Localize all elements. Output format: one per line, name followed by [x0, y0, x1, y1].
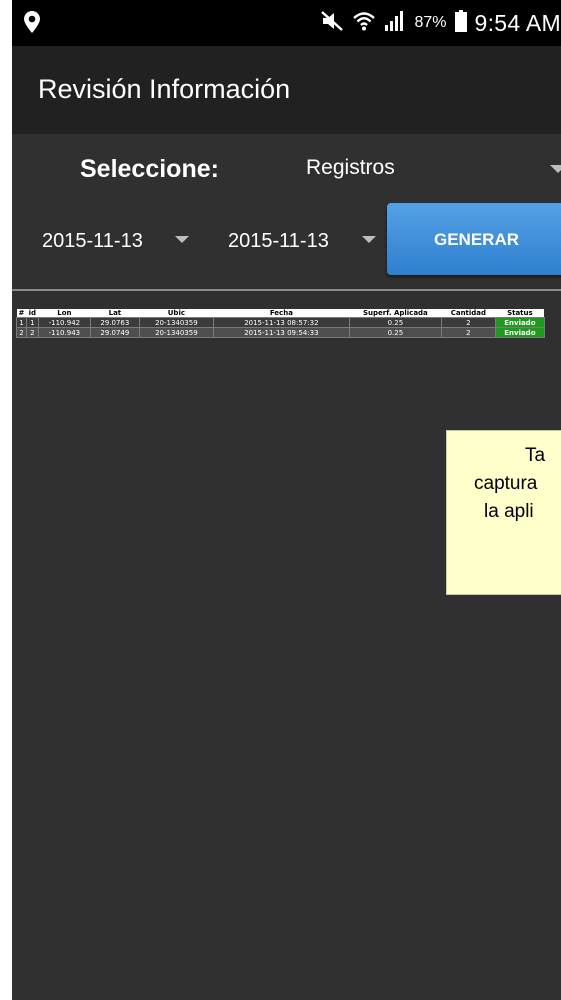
col-header: # [16, 309, 27, 318]
cell-index: 2 [16, 327, 27, 338]
battery-icon [454, 9, 467, 37]
cell-lat: 29.0749 [89, 327, 140, 338]
date-to-caret-icon[interactable] [362, 236, 376, 243]
cell-superficie: 0.25 [348, 317, 442, 328]
tooltip-line: Ta [525, 445, 546, 466]
cell-ubic: 20-1340359 [138, 327, 214, 338]
cell-id: 1 [25, 317, 39, 328]
cell-cantidad: 2 [440, 317, 496, 328]
cell-lon: -110.943 [37, 327, 91, 338]
table-row[interactable]: 1 1 -110.942 29.0763 20-1340359 2015-11-… [16, 317, 545, 328]
page-title: Revisión Información [38, 74, 291, 104]
location-icon [24, 11, 40, 38]
cell-cantidad: 2 [440, 327, 496, 338]
cell-fecha: 2015-11-13 09:54:33 [212, 327, 350, 338]
cell-id: 2 [25, 327, 39, 338]
cell-ubic: 20-1340359 [138, 317, 214, 328]
date-from-caret-icon[interactable] [175, 236, 189, 243]
cell-lon: -110.942 [37, 317, 91, 328]
cell-lat: 29.0763 [89, 317, 140, 328]
date-to-dropdown[interactable]: 2015-11-13 [228, 230, 329, 253]
records-table: # id Lon Lat Ubic Fecha Superf. Aplicada… [16, 309, 545, 338]
clock: 9:54 AM [474, 9, 561, 36]
table-header-row: # id Lon Lat Ubic Fecha Superf. Aplicada… [16, 309, 545, 318]
status-bar: 87% 9:54 AM [12, 0, 561, 46]
wifi-icon [352, 10, 376, 37]
col-header: Ubic [139, 309, 214, 318]
signal-icon [384, 10, 406, 37]
mute-icon [320, 10, 344, 37]
col-header: Lat [90, 309, 140, 318]
tooltip-box: Ta captura la apli [446, 430, 561, 595]
table-row[interactable]: 2 2 -110.943 29.0749 20-1340359 2015-11-… [16, 327, 545, 338]
status-badge: Enviado [494, 317, 545, 328]
status-icons: 87% 9:54 AM [320, 8, 561, 38]
col-header: Status [495, 309, 545, 318]
report-type-dropdown[interactable]: Registros [306, 156, 395, 180]
action-bar: Revisión Información [12, 46, 561, 134]
status-badge: Enviado [494, 327, 545, 338]
generate-button-label: GENERAR [434, 230, 520, 249]
col-header: Fecha [213, 309, 350, 318]
cell-fecha: 2015-11-13 08:57:32 [212, 317, 350, 328]
cell-index: 1 [16, 317, 27, 328]
tooltip-line: captura [474, 473, 538, 494]
selector-label: Seleccione: [80, 155, 219, 183]
battery-percent: 87% [414, 14, 447, 31]
dropdown-caret-icon[interactable] [550, 165, 561, 173]
date-from-dropdown[interactable]: 2015-11-13 [42, 230, 143, 253]
col-header: Superf. Aplicada [349, 309, 442, 318]
divider [12, 289, 561, 291]
tooltip-line: la apli [484, 501, 534, 522]
col-header: Lon [38, 309, 91, 318]
generate-button[interactable]: GENERAR [387, 203, 561, 275]
cell-superficie: 0.25 [348, 327, 442, 338]
col-header: Cantidad [441, 309, 496, 318]
col-header: id [26, 309, 39, 318]
